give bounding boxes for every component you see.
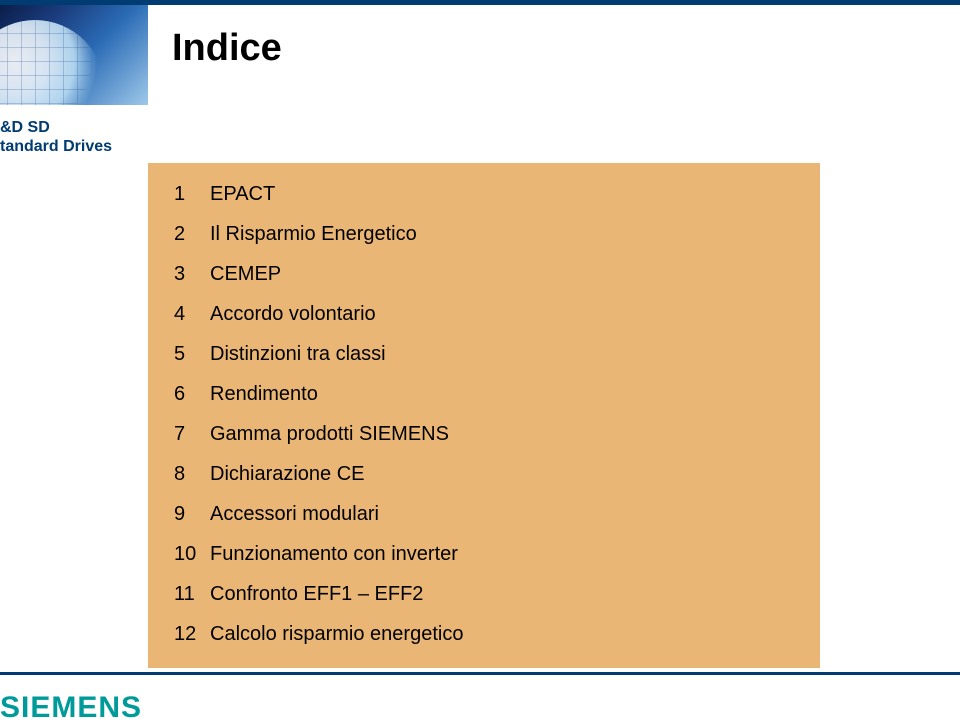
toc-label: Calcolo risparmio energetico: [210, 623, 794, 646]
page-title: Indice: [148, 5, 960, 70]
toc-number: 5: [174, 343, 210, 366]
list-item: 6Rendimento: [174, 383, 794, 406]
list-item: 4Accordo volontario: [174, 303, 794, 326]
list-item: 11Confronto EFF1 – EFF2: [174, 583, 794, 606]
bottom-accent-rule: [0, 672, 960, 675]
toc-number: 7: [174, 423, 210, 446]
toc-label: Gamma prodotti SIEMENS: [210, 423, 794, 446]
list-item: 1EPACT: [174, 183, 794, 206]
list-item: 2Il Risparmio Energetico: [174, 223, 794, 246]
siemens-logo: SIEMENS: [0, 691, 142, 725]
toc-label: EPACT: [210, 183, 794, 206]
toc-label: Dichiarazione CE: [210, 463, 794, 486]
list-item: 8Dichiarazione CE: [174, 463, 794, 486]
dept-line-1: &D SD: [0, 118, 112, 137]
toc-number: 3: [174, 263, 210, 286]
toc-list: 1EPACT2Il Risparmio Energetico3CEMEP4Acc…: [174, 183, 794, 646]
list-item: 12Calcolo risparmio energetico: [174, 623, 794, 646]
list-item: 7Gamma prodotti SIEMENS: [174, 423, 794, 446]
toc-number: 9: [174, 503, 210, 526]
toc-label: Accessori modulari: [210, 503, 794, 526]
toc-label: CEMEP: [210, 263, 794, 286]
toc-number: 12: [174, 623, 210, 646]
list-item: 9Accessori modulari: [174, 503, 794, 526]
toc-number: 8: [174, 463, 210, 486]
title-bar: Indice: [148, 5, 960, 105]
list-item: 5Distinzioni tra classi: [174, 343, 794, 366]
toc-panel: 1EPACT2Il Risparmio Energetico3CEMEP4Acc…: [148, 163, 820, 668]
globe-image: [0, 5, 148, 105]
toc-label: Accordo volontario: [210, 303, 794, 326]
toc-number: 4: [174, 303, 210, 326]
list-item: 3CEMEP: [174, 263, 794, 286]
toc-number: 10: [174, 543, 210, 566]
siemens-logo-text: SIEMENS: [0, 691, 142, 724]
list-item: 10 Funzionamento con inverter: [174, 543, 794, 566]
toc-number: 2: [174, 223, 210, 246]
toc-label: Funzionamento con inverter: [210, 543, 794, 566]
department-label: &D SD tandard Drives: [0, 118, 112, 156]
toc-label: Rendimento: [210, 383, 794, 406]
toc-number: 1: [174, 183, 210, 206]
toc-label: Il Risparmio Energetico: [210, 223, 794, 246]
toc-number: 11: [174, 583, 210, 606]
dept-line-2: tandard Drives: [0, 137, 112, 156]
toc-label: Confronto EFF1 – EFF2: [210, 583, 794, 606]
toc-label: Distinzioni tra classi: [210, 343, 794, 366]
toc-number: 6: [174, 383, 210, 406]
